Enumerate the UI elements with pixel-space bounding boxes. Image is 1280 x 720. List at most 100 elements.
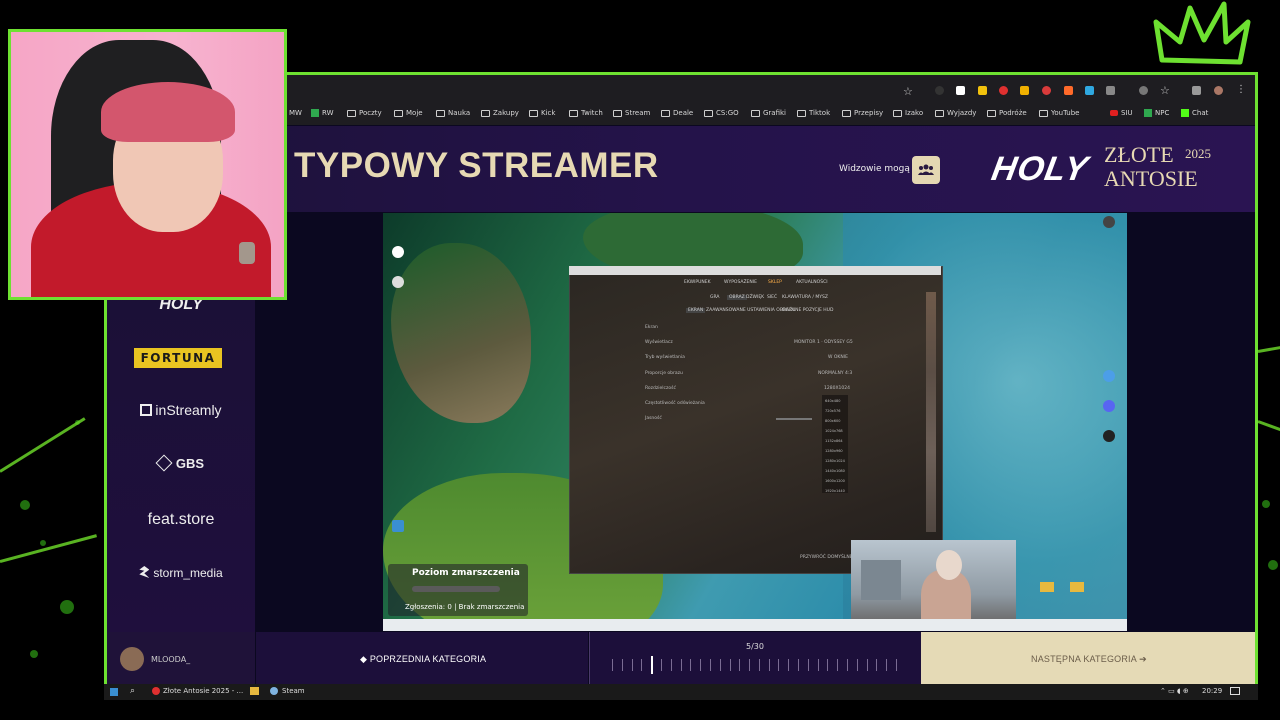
desktop-icon[interactable] (1103, 370, 1115, 382)
bookmark-zakupy[interactable]: Zakupy (481, 108, 519, 118)
folder-icon (661, 109, 670, 117)
brightness-slider[interactable] (776, 418, 812, 420)
folder-icon (987, 109, 996, 117)
bookmark-izako[interactable]: Izako (893, 108, 923, 118)
taskbar-tab-steam[interactable]: Steam (282, 687, 305, 695)
sponsor-fortuna: FORTUNA (134, 348, 222, 368)
resolution-option[interactable]: 1920x1440 (825, 489, 845, 493)
desktop-icon[interactable] (392, 276, 404, 288)
folder-icon (436, 109, 445, 117)
progress-tick (719, 659, 721, 671)
resolution-option[interactable]: 800x600 (825, 419, 840, 423)
progress-tick (758, 659, 760, 671)
bookmark-kick[interactable]: Kick (529, 108, 555, 118)
setting-value-dropdown[interactable]: 1280X1024 (824, 386, 850, 391)
viewers-button[interactable] (912, 156, 940, 184)
resolution-option[interactable]: 1152x864 (825, 439, 843, 443)
bookmark-star-icon[interactable]: ☆ (903, 85, 913, 98)
avatar (120, 647, 144, 671)
windows-start-icon[interactable] (110, 688, 118, 696)
avatar[interactable] (1214, 86, 1223, 95)
bookmark-chat[interactable]: Chat (1181, 108, 1208, 118)
subtab-dzwiek[interactable]: DŹWIĘK (746, 295, 764, 300)
folder-icon[interactable] (1070, 582, 1084, 592)
explorer-icon[interactable] (250, 687, 259, 695)
tray-icons[interactable]: ⌃ ▭ ◖ ⊕ (1160, 687, 1189, 695)
steam-icon[interactable] (270, 687, 278, 695)
subsubtab-ekran[interactable]: EKRAN (686, 308, 706, 313)
extension-icon[interactable] (956, 86, 965, 95)
folder-icon (394, 109, 403, 117)
tab-aktualnosci[interactable]: AKTUALNOŚCI (796, 280, 828, 285)
holy-logo: HOLY (988, 150, 1092, 188)
obs-icon[interactable] (1103, 430, 1115, 442)
streamer-webcam (8, 29, 287, 300)
bookmark-youtube[interactable]: YouTube (1039, 108, 1079, 118)
resolution-option[interactable]: 640x480 (825, 399, 840, 403)
extension-icon[interactable] (1042, 86, 1051, 95)
clock: 20:29 (1202, 687, 1223, 695)
progress-tick (788, 659, 790, 671)
bookmark-moje[interactable]: Moje (394, 108, 423, 118)
bookmark-stream[interactable]: Stream (613, 108, 650, 118)
setting-label: Rozdzielczość (645, 386, 676, 391)
previous-category-label: ◆ POPRZEDNIA KATEGORIA (360, 654, 487, 664)
chrome-icon[interactable] (152, 687, 160, 695)
tab-ekwipunek[interactable]: EKWIPUNEK (684, 280, 711, 285)
desktop-icon[interactable] (1103, 216, 1115, 228)
search-icon[interactable]: ⌕ (130, 686, 135, 696)
extension-icon[interactable] (1020, 86, 1029, 95)
subtab-siec[interactable]: SIEĆ (767, 295, 777, 300)
bookmark-poczty[interactable]: Poczty (347, 108, 382, 118)
resolution-option[interactable]: 1024x768 (825, 429, 843, 433)
bookmark-csgo[interactable]: CS:GO (704, 108, 739, 118)
bookmark-podroze[interactable]: Podróże (987, 108, 1027, 118)
bookmark-wyjazdy[interactable]: Wyjazdy (935, 108, 976, 118)
tab-sklep[interactable]: SKLEP (768, 280, 782, 285)
bookmark-tiktok[interactable]: Tiktok (797, 108, 830, 118)
resolution-option[interactable]: 720x576 (825, 409, 840, 413)
subtab-obraz[interactable]: OBRAZ (727, 295, 747, 300)
star-icon[interactable]: ☆ (1160, 84, 1170, 97)
extension-icon[interactable] (935, 86, 944, 95)
resolution-option[interactable]: 1600x1200 (825, 479, 845, 483)
bookmark-deale[interactable]: Deale (661, 108, 693, 118)
bookmark-nauka[interactable]: Nauka (436, 108, 470, 118)
steam-desktop-icon[interactable] (392, 520, 404, 532)
bookmark-przepisy[interactable]: Przepisy (842, 108, 883, 118)
bookmark-mw[interactable]: MW (289, 108, 302, 118)
desktop-icon[interactable] (392, 246, 404, 258)
notification-icon[interactable] (1230, 687, 1240, 695)
subtab-klawiatura[interactable]: KLAWIATURA / MYSZ (782, 295, 828, 300)
bookmark-grafiki[interactable]: Grafiki (751, 108, 786, 118)
extension-icon[interactable] (1064, 86, 1073, 95)
extension-icon[interactable] (999, 86, 1008, 95)
taskbar-tab-chrome[interactable]: Złote Antosie 2025 - ... (163, 687, 243, 695)
category-progress (589, 632, 922, 684)
resolution-option[interactable]: 1280x1024 (825, 459, 845, 463)
bookmark-npc[interactable]: NPC (1144, 108, 1169, 118)
setting-value-dropdown[interactable]: NORMALNY 4:3 (818, 371, 852, 376)
tab-wyposazenie[interactable]: WYPOSAŻENIE (724, 280, 757, 285)
setting-label: Wyświetlacz (645, 340, 673, 345)
resolution-option[interactable]: 1280x960 (825, 449, 843, 453)
extension-icon[interactable] (1085, 86, 1094, 95)
bookmark-siu[interactable]: SIU (1110, 108, 1133, 118)
subtab-gra[interactable]: GRA (710, 295, 720, 300)
folder-icon[interactable] (1040, 582, 1054, 592)
extension-icon[interactable] (978, 86, 987, 95)
more-icon[interactable]: ⋮ (1236, 84, 1246, 95)
reset-defaults-button[interactable]: PRZYWRÓĆ DOMYŚLNE (800, 555, 853, 560)
bookmark-twitch[interactable]: Twitch (569, 108, 603, 118)
discord-icon[interactable] (1103, 400, 1115, 412)
bookmark-rw[interactable]: RW (311, 108, 334, 118)
menu-icon[interactable] (1192, 86, 1201, 95)
puzzle-icon[interactable] (1106, 86, 1115, 95)
setting-value-dropdown[interactable]: MONITOR 1 · ODYSSEY G5 (794, 340, 853, 345)
window-titlebar (569, 266, 941, 275)
key-icon[interactable] (1139, 86, 1148, 95)
setting-value-dropdown[interactable]: W OKNIE (828, 355, 848, 360)
resolution-option[interactable]: 1440x1080 (825, 469, 845, 473)
wrinkle-title: Poziom zmarszczenia (412, 568, 520, 578)
subsubtab-hud[interactable]: OGÓLNE POZYCJE HUD (782, 308, 833, 313)
